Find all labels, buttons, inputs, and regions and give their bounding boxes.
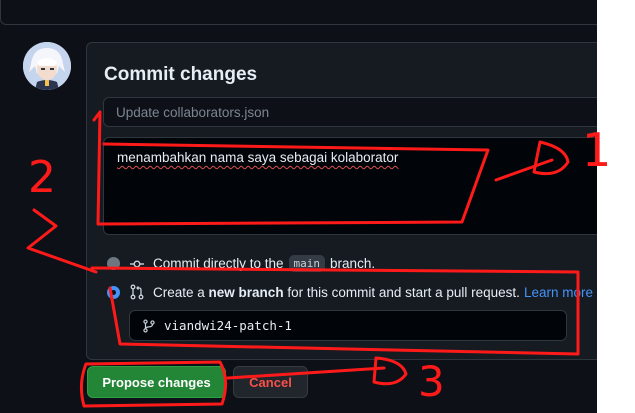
new-branch-name-value: viandwi24-patch-1 (164, 318, 292, 333)
option-commit-directly[interactable]: Commit directly to the main branch. (107, 255, 375, 272)
propose-changes-button[interactable]: Propose changes (87, 366, 226, 398)
git-branch-icon (141, 318, 157, 334)
annotation-mark-2: 2 (28, 152, 56, 203)
file-editor-card (0, 0, 632, 25)
commit-summary-input[interactable] (103, 97, 623, 127)
radio-commit-directly[interactable] (107, 257, 120, 270)
git-pull-request-icon (129, 284, 145, 300)
git-commit-icon (129, 256, 145, 272)
radio-new-branch[interactable] (107, 285, 120, 299)
option-new-suffix: for this commit and start a pull request… (287, 284, 520, 300)
commit-form-title: Commit changes (104, 64, 258, 85)
option-direct-prefix: Commit directly to the (153, 256, 284, 271)
commit-description-text: menambahkan nama saya sebagai kolaborato… (117, 150, 399, 165)
branch-chip-main: main (288, 255, 326, 272)
commit-description-textarea[interactable]: menambahkan nama saya sebagai kolaborato… (103, 137, 623, 235)
option-new-bold: new branch (208, 284, 284, 300)
user-avatar (23, 42, 71, 90)
option-new-prefix: Create a (153, 284, 205, 300)
cancel-button[interactable]: Cancel (233, 366, 308, 398)
option-direct-suffix: branch. (330, 256, 376, 271)
annotation-mark-3: 3 (418, 357, 445, 406)
page-edge (597, 0, 635, 413)
new-branch-name-input[interactable]: viandwi24-patch-1 (129, 310, 567, 341)
option-new-branch[interactable]: Create a new branch for this commit and … (107, 284, 593, 300)
learn-more-link[interactable]: Learn more (524, 285, 593, 300)
commit-changes-screen: Commit changes menambahkan nama saya seb… (0, 0, 635, 413)
